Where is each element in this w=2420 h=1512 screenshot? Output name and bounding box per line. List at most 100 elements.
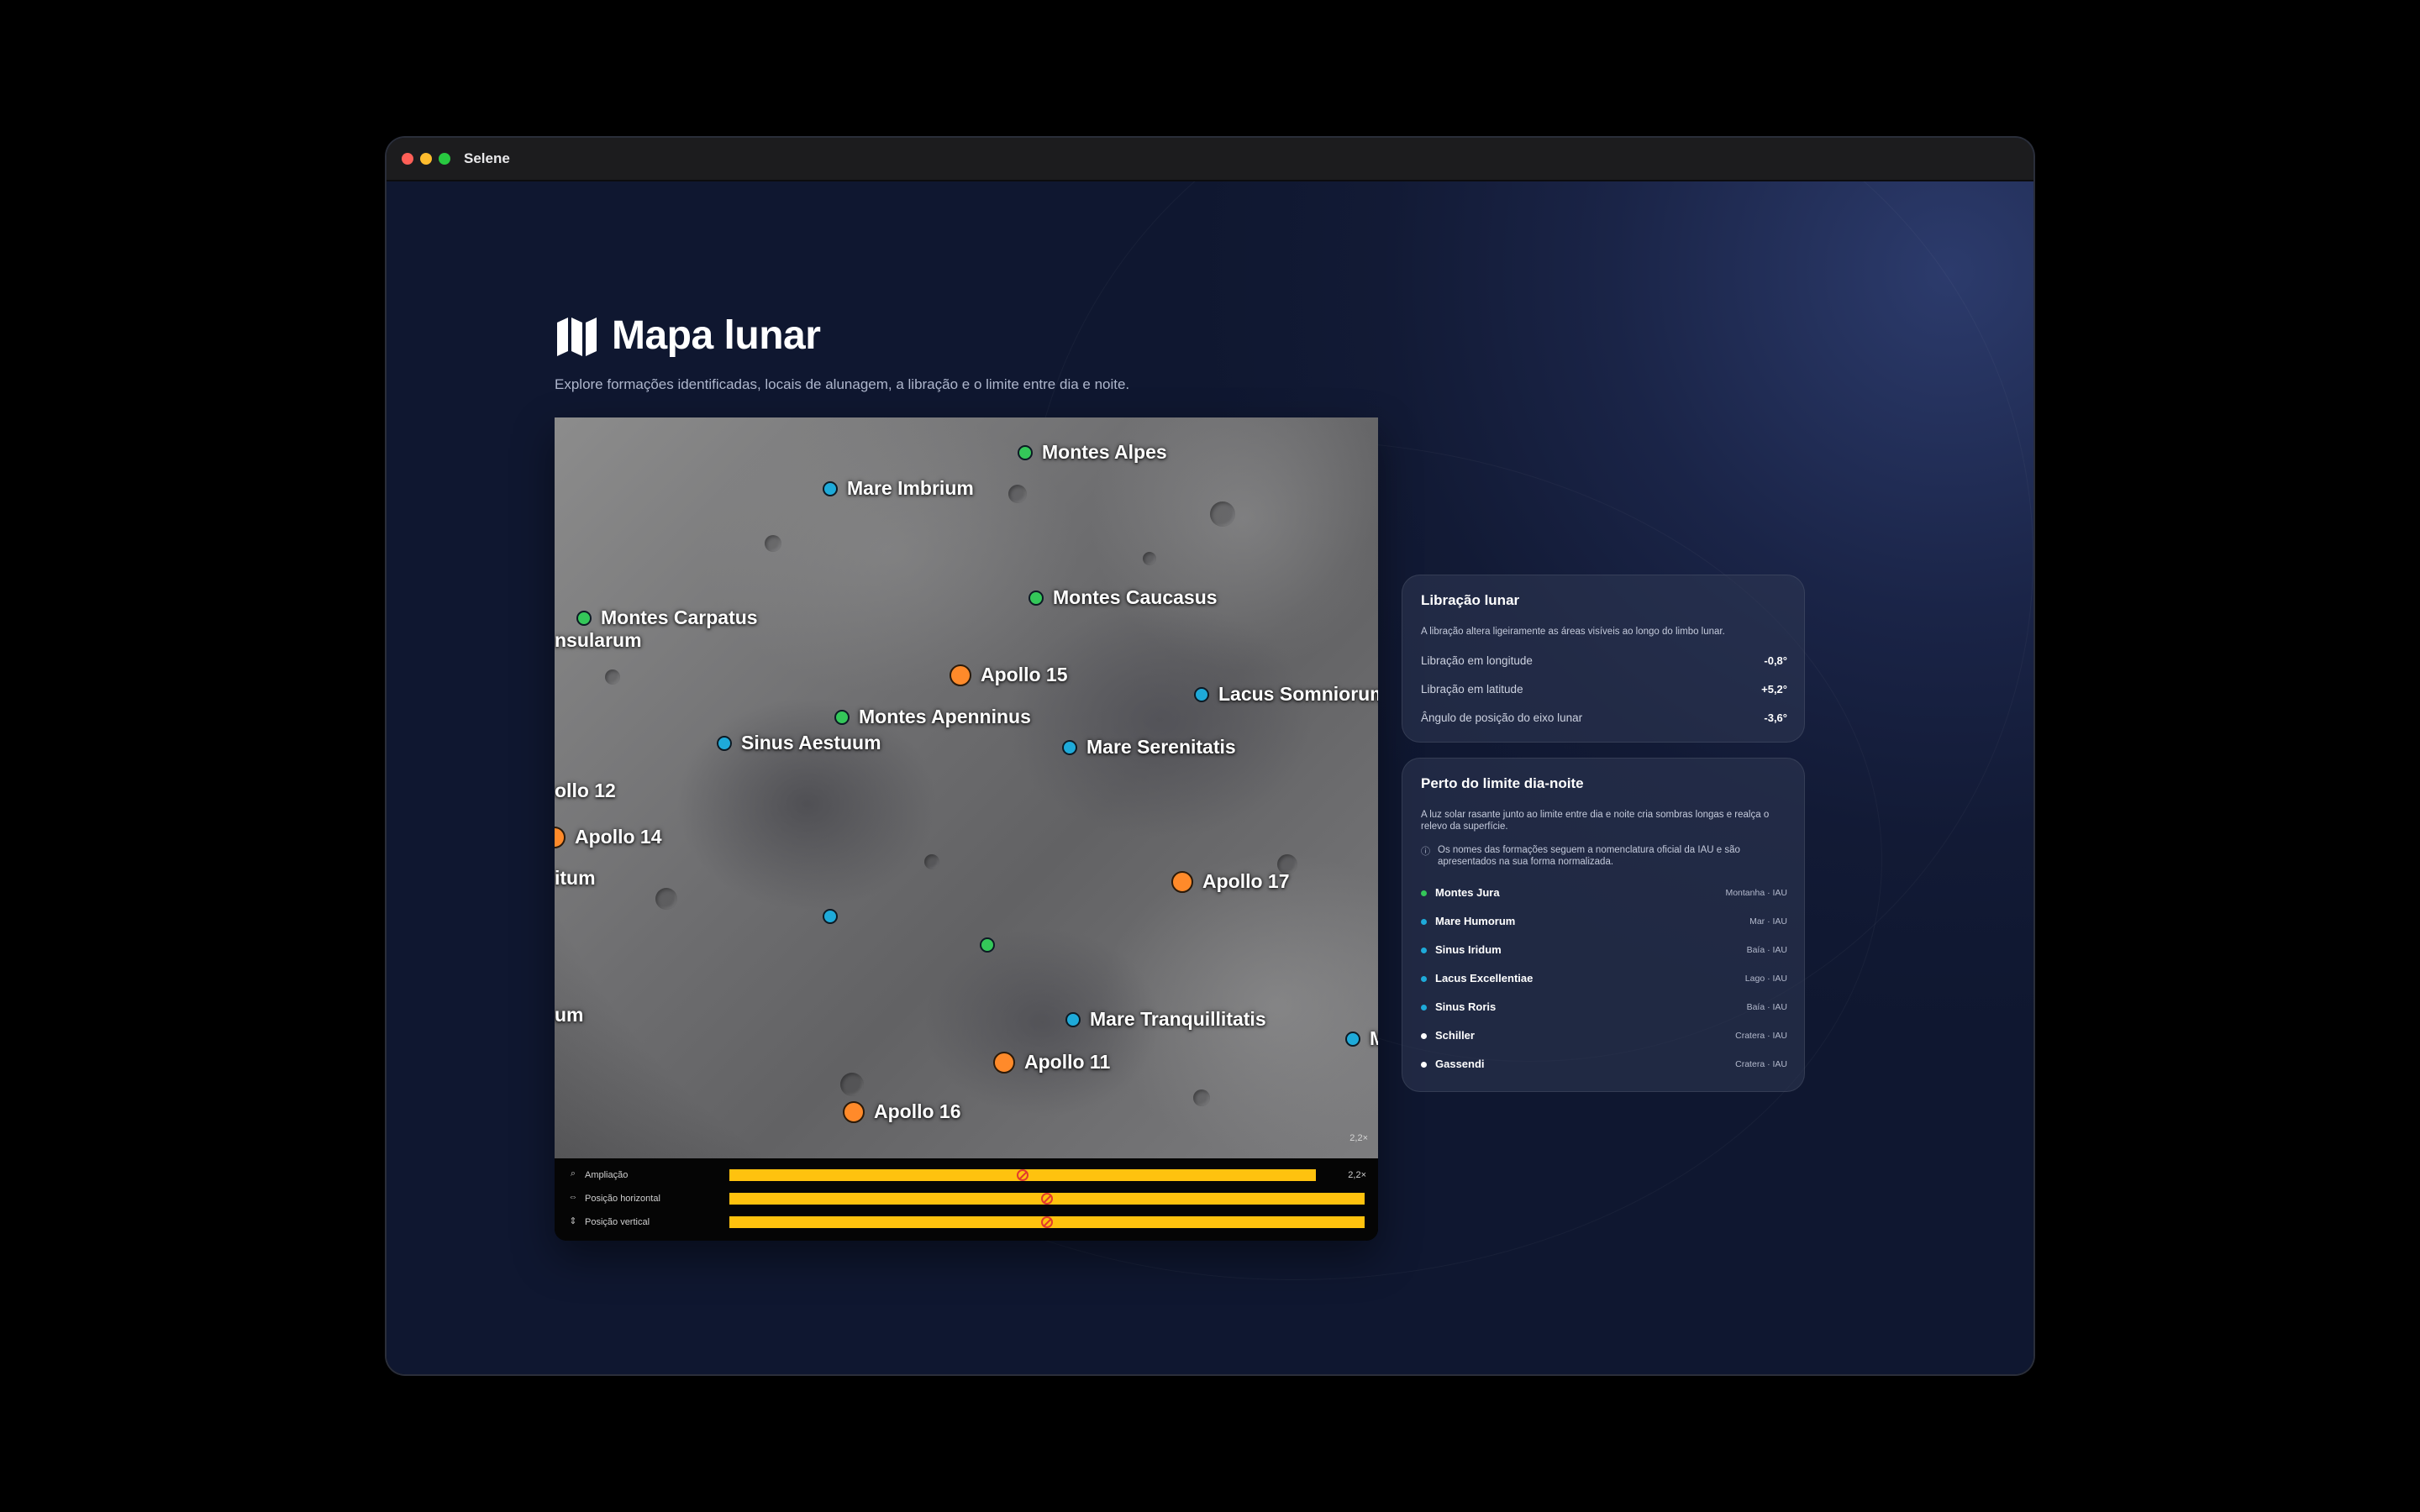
zoom-window-button[interactable]	[439, 153, 450, 165]
page-header: Mapa lunar	[555, 312, 821, 359]
landing-site-marker[interactable]	[950, 664, 971, 686]
libration-key: Libração em latitude	[1421, 683, 1523, 696]
nomenclature-note: Os nomes das formações seguem a nomencla…	[1438, 845, 1740, 867]
mare-dot-icon	[1421, 948, 1427, 953]
mare-dot-icon	[1421, 976, 1427, 982]
feature-type: Mar · IAU	[1749, 916, 1787, 927]
mountain-marker[interactable]	[980, 937, 995, 953]
app-title: Selene	[464, 150, 510, 166]
feature-row[interactable]: Schiller Cratera · IAU	[1421, 1029, 1787, 1044]
lunar-map-card: Montes Alpes Mare Imbrium Montes Caucasus M…	[555, 417, 1378, 1241]
landing-site-marker[interactable]	[1171, 871, 1193, 893]
mare-marker[interactable]	[1065, 1012, 1081, 1027]
feature-type: Montanha · IAU	[1725, 888, 1787, 898]
feature-name: Sinus Iridum	[1435, 943, 1502, 956]
feature-type: Cratera · IAU	[1735, 1059, 1787, 1069]
mare-marker[interactable]	[1062, 740, 1077, 755]
feature-row[interactable]: Sinus Roris Baía · IAU	[1421, 1000, 1787, 1016]
control-label: Posição vertical	[585, 1217, 650, 1227]
map-feature-label[interactable]: Apollo 16	[874, 1100, 961, 1123]
slider-handle[interactable]	[1041, 1216, 1053, 1228]
mountain-marker[interactable]	[834, 710, 850, 725]
feature-name: Schiller	[1435, 1029, 1475, 1042]
mountain-marker[interactable]	[1018, 445, 1033, 460]
feature-type: Cratera · IAU	[1735, 1031, 1787, 1041]
control-row: ⇔ Posição horizontal	[555, 1187, 1378, 1210]
landing-site-marker[interactable]	[993, 1052, 1015, 1074]
libration-panel: Libração lunar A libração altera ligeira…	[1402, 575, 1805, 743]
map-feature-label[interactable]: Apollo 11	[1024, 1051, 1110, 1074]
map-controls: ⌕ Ampliação 2,2× ⇔ Posição horizontal ⇕ Posiçã…	[555, 1158, 1378, 1241]
mare-marker[interactable]	[717, 736, 732, 751]
control-row: ⌕ Ampliação 2,2×	[555, 1163, 1378, 1187]
mountain-dot-icon	[1421, 890, 1427, 896]
map-feature-label[interactable]: um	[555, 1004, 584, 1026]
mare-marker[interactable]	[823, 481, 838, 496]
control-slider[interactable]	[729, 1216, 1365, 1228]
horizontal-arrows-icon: ⇔	[568, 1192, 578, 1202]
map-feature-label[interactable]: Sinus Aestuum	[741, 732, 881, 754]
map-feature-label[interactable]: Montes Alpes	[1042, 441, 1167, 464]
feature-name: Lacus Excellentiae	[1435, 972, 1534, 984]
mare-marker[interactable]	[1345, 1032, 1360, 1047]
libration-description: A libração altera ligeiramente as áreas …	[1421, 627, 1725, 637]
control-label: Ampliação	[585, 1170, 629, 1180]
feature-type: Lago · IAU	[1744, 974, 1787, 984]
crater-dot-icon	[1421, 1062, 1427, 1068]
map-feature-label[interactable]: Mare Serenitatis	[1086, 736, 1236, 759]
libration-row: Libração em latitude +5,2°	[1421, 683, 1787, 700]
mare-dot-icon	[1421, 919, 1427, 925]
mountain-marker[interactable]	[1028, 591, 1044, 606]
terminator-title: Perto do limite dia-noite	[1421, 775, 1584, 791]
feature-name: Mare Humorum	[1435, 915, 1516, 927]
limb-shading	[555, 417, 1378, 1158]
libration-value: +5,2°	[1761, 683, 1787, 696]
feature-row[interactable]: Montes Jura Montanha · IAU	[1421, 886, 1787, 901]
libration-key: Ângulo de posição do eixo lunar	[1421, 711, 1583, 724]
map-feature-label[interactable]: Apollo 15	[981, 664, 1068, 686]
map-feature-label[interactable]: Lacus Somniorum	[1218, 683, 1378, 706]
close-window-button[interactable]	[402, 153, 413, 165]
terminator-description: A luz solar rasante junto ao limite entr…	[1421, 810, 1770, 832]
app-window: Selene Mapa lunar Explore formações iden…	[387, 138, 2033, 1374]
map-feature-label[interactable]: Apollo 17	[1202, 870, 1290, 893]
landing-site-marker[interactable]	[843, 1101, 865, 1123]
map-feature-label[interactable]: ollo 12	[555, 780, 616, 802]
feature-name: Montes Jura	[1435, 886, 1500, 899]
mare-marker[interactable]	[1194, 687, 1209, 702]
mare-dot-icon	[1421, 1005, 1427, 1011]
map-feature-label[interactable]: Montes Caucasus	[1053, 586, 1218, 609]
page-subtitle: Explore formações identificadas, locais …	[555, 376, 1130, 392]
map-feature-label[interactable]: itum	[555, 867, 596, 890]
libration-value: -0,8°	[1764, 654, 1787, 667]
libration-row: Ângulo de posição do eixo lunar -3,6°	[1421, 711, 1787, 728]
minimize-window-button[interactable]	[420, 153, 432, 165]
map-feature-label[interactable]: Mare Tranquillitatis	[1090, 1008, 1266, 1031]
feature-row[interactable]: Gassendi Cratera · IAU	[1421, 1058, 1787, 1073]
control-slider[interactable]	[729, 1193, 1365, 1205]
mare-marker[interactable]	[823, 909, 838, 924]
map-feature-label[interactable]: M	[1370, 1027, 1378, 1050]
map-feature-label[interactable]: Montes Apenninus	[859, 706, 1031, 728]
magnifier-icon: ⌕	[570, 1168, 576, 1179]
slider-handle[interactable]	[1017, 1169, 1028, 1181]
mountain-marker[interactable]	[576, 611, 592, 626]
feature-name: Gassendi	[1435, 1058, 1485, 1070]
control-row: ⇕ Posição vertical	[555, 1210, 1378, 1234]
map-feature-label[interactable]: Apollo 14	[575, 826, 662, 848]
map-feature-label[interactable]: Montes Carpatus	[601, 606, 758, 629]
page-title: Mapa lunar	[612, 313, 821, 358]
feature-row[interactable]: Lacus Excellentiae Lago · IAU	[1421, 972, 1787, 987]
moon-surface[interactable]: Montes Alpes Mare Imbrium Montes Caucasus M…	[555, 417, 1378, 1158]
slider-handle[interactable]	[1041, 1193, 1053, 1205]
map-feature-label[interactable]: Mare Imbrium	[847, 477, 974, 500]
map-feature-label[interactable]: nsularum	[555, 629, 642, 652]
feature-row[interactable]: Mare Humorum Mar · IAU	[1421, 915, 1787, 930]
control-slider[interactable]	[729, 1169, 1316, 1181]
libration-title: Libração lunar	[1421, 592, 1520, 608]
zoom-readout: 2,2×	[1349, 1133, 1368, 1143]
map-icon	[557, 317, 597, 356]
feature-type: Baía · IAU	[1746, 945, 1787, 955]
feature-type: Baía · IAU	[1746, 1002, 1787, 1012]
feature-row[interactable]: Sinus Iridum Baía · IAU	[1421, 943, 1787, 958]
